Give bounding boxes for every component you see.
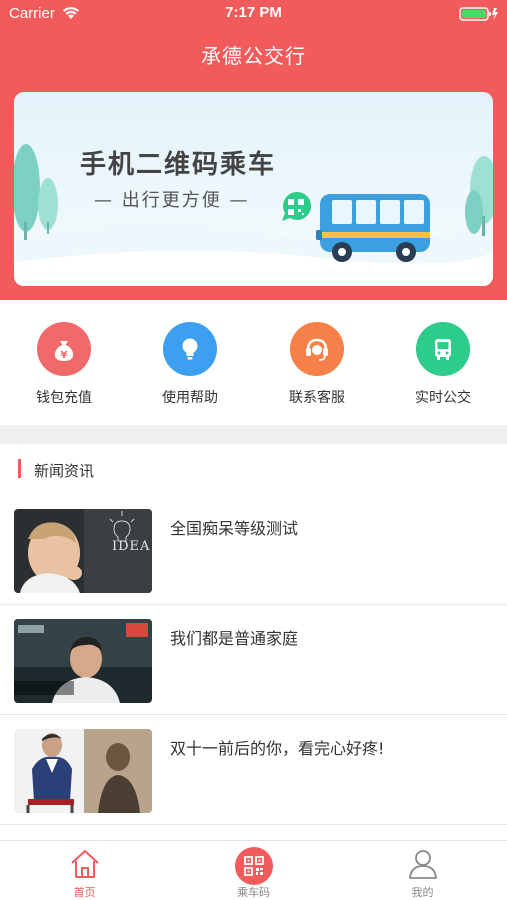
section-accent-bar	[18, 459, 21, 478]
news-thumbnail: IDEA	[14, 509, 152, 593]
headset-icon	[290, 322, 344, 376]
qr-code-icon	[169, 847, 338, 885]
news-thumbnail	[14, 729, 152, 813]
news-section-header: 新闻资讯	[0, 444, 507, 494]
tab-profile[interactable]: 我的	[338, 841, 507, 900]
tab-qr-code[interactable]: 乘车码	[169, 841, 338, 900]
news-thumbnail	[14, 619, 152, 703]
quick-menu-help[interactable]: 使用帮助	[135, 322, 245, 407]
tab-home[interactable]: 首页	[0, 841, 169, 900]
thumbnail-text: IDEA	[112, 539, 151, 554]
news-section-title: 新闻资讯	[34, 462, 95, 480]
promo-banner[interactable]: 手机二维码乘车 — 出行更方便 —	[14, 92, 493, 286]
quick-menu: ¥ 钱包充值 使用帮助 联系客服 实时公交	[0, 300, 507, 425]
quick-menu-customer-service[interactable]: 联系客服	[262, 322, 372, 407]
quick-menu-label: 使用帮助	[162, 390, 218, 406]
quick-menu-wallet-recharge[interactable]: ¥ 钱包充值	[9, 322, 119, 407]
svg-text:¥: ¥	[61, 350, 68, 361]
news-list-item[interactable]: 双十一前后的你，看完心好疼!	[0, 715, 507, 825]
battery-icon	[459, 6, 499, 26]
news-list-item[interactable]: IDEA 全国痴呆等级测试	[0, 495, 507, 605]
money-bag-icon: ¥	[37, 322, 91, 376]
lightbulb-icon	[163, 322, 217, 376]
user-icon	[338, 847, 507, 881]
quick-menu-realtime-bus[interactable]: 实时公交	[388, 322, 498, 407]
section-divider	[0, 425, 507, 444]
quick-menu-label: 钱包充值	[36, 390, 92, 406]
status-bar: Carrier 7:17 PM	[0, 0, 507, 28]
news-list-item[interactable]: 我们都是普通家庭	[0, 605, 507, 715]
banner-subtitle: — 出行更方便 —	[94, 190, 250, 211]
quick-menu-label: 实时公交	[415, 390, 471, 406]
news-item-title: 我们都是普通家庭	[170, 629, 299, 648]
tab-bar: 首页 乘车码 我的	[0, 840, 507, 900]
banner-title: 手机二维码乘车	[80, 150, 277, 180]
tab-label: 乘车码	[237, 886, 270, 899]
news-item-title: 全国痴呆等级测试	[170, 519, 299, 538]
news-item-title: 双十一前后的你，看完心好疼!	[170, 739, 385, 758]
status-time: 7:17 PM	[225, 4, 282, 21]
bus-icon	[416, 322, 470, 376]
tab-label: 我的	[411, 886, 434, 899]
tab-label: 首页	[73, 886, 96, 899]
header: Carrier 7:17 PM 承德公交行 手机二维码乘车 — 出行更方便 —	[0, 0, 507, 300]
page-title: 承德公交行	[201, 44, 306, 68]
quick-menu-label: 联系客服	[289, 390, 345, 406]
home-icon	[0, 847, 169, 881]
